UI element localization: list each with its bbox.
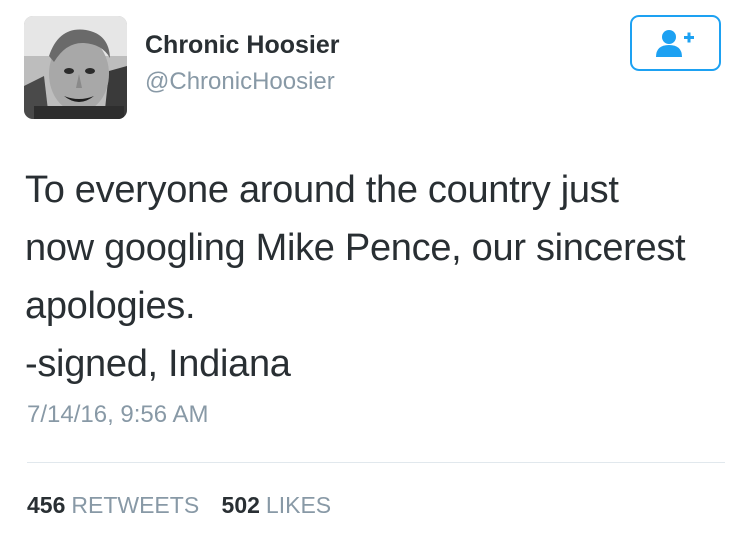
user-photo-icon: [24, 16, 127, 119]
tweet-line: apologies.: [25, 285, 196, 327]
display-name[interactable]: Chronic Hoosier: [145, 31, 339, 60]
retweets-count: 456: [27, 492, 66, 518]
likes-stat[interactable]: 502 LIKES: [222, 492, 332, 519]
follow-button[interactable]: [630, 15, 721, 71]
tweet-text: To everyone around the country just now …: [25, 161, 737, 393]
retweets-stat[interactable]: 456 RETWEETS: [27, 492, 199, 519]
tweet-line: To everyone around the country just: [25, 169, 619, 211]
likes-count: 502: [221, 492, 260, 518]
tweet-line: now googling Mike Pence, our sincerest: [25, 227, 686, 269]
add-user-icon: [655, 30, 694, 57]
retweets-label: RETWEETS: [71, 492, 200, 518]
tweet-timestamp[interactable]: 7/14/16, 9:56 AM: [27, 401, 208, 429]
tweet-line: -signed, Indiana: [25, 343, 291, 385]
likes-label: LIKES: [265, 492, 332, 518]
user-handle[interactable]: @ChronicHoosier: [145, 68, 335, 96]
tweet-stats: 456 RETWEETS 502 LIKES: [27, 492, 347, 519]
divider: [27, 462, 725, 463]
avatar[interactable]: [24, 16, 127, 119]
